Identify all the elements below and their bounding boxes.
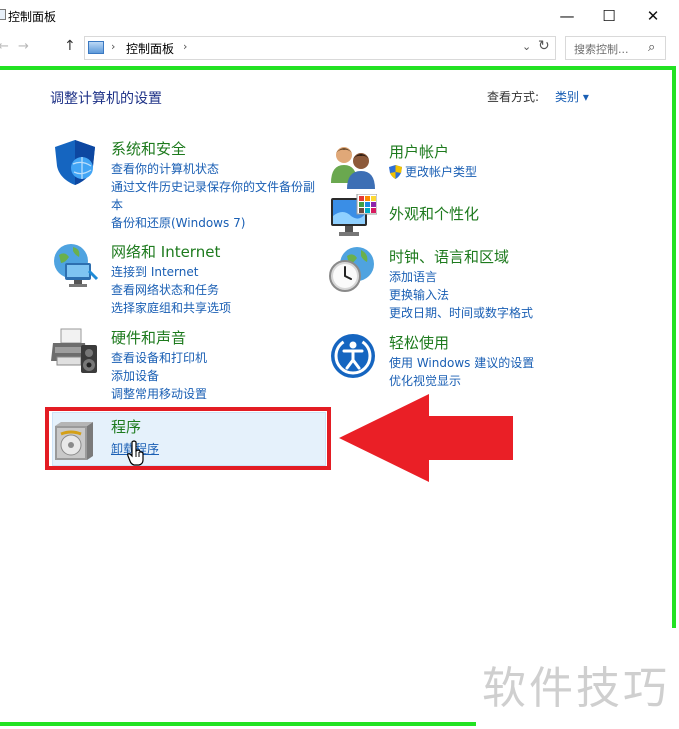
link-mobility-settings[interactable]: 调整常用移动设置	[111, 385, 207, 403]
category-title[interactable]: 系统和安全	[111, 138, 186, 159]
window-title: 控制面板	[8, 10, 57, 24]
link-optimize-visual-display[interactable]: 优化视觉显示	[389, 372, 534, 390]
address-bar: ← → ↑ › 控制面板 › ⌄ ↻ 搜索控制... ⌕	[0, 32, 679, 62]
ease-of-access-icon[interactable]	[329, 332, 377, 380]
link-backup-restore[interactable]: 备份和还原(Windows 7)	[111, 214, 321, 232]
link-file-history-backup[interactable]: 通过文件历史记录保存你的文件备份副本	[111, 178, 321, 214]
category-title[interactable]: 硬件和声音	[111, 327, 186, 348]
link-change-input-method[interactable]: 更换输入法	[389, 286, 533, 304]
link-homegroup-sharing[interactable]: 选择家庭组和共享选项	[111, 299, 231, 317]
green-frame-right	[672, 66, 676, 628]
category-title[interactable]: 时钟、语言和区域	[389, 246, 509, 267]
page-title: 调整计算机的设置	[50, 91, 162, 107]
uac-shield-icon	[389, 165, 402, 179]
link-add-device[interactable]: 添加设备	[111, 367, 207, 385]
link-network-status[interactable]: 查看网络状态和任务	[111, 281, 231, 299]
up-icon[interactable]: ↑	[64, 38, 76, 54]
category-title[interactable]: 网络和 Internet	[111, 241, 220, 262]
address-field[interactable]: › 控制面板 › ⌄ ↻	[84, 36, 556, 60]
chevron-right-icon[interactable]: ›	[183, 40, 187, 53]
hand-cursor-icon	[127, 440, 144, 466]
link-change-account-type[interactable]: 更改帐户类型	[405, 163, 477, 181]
network-globe-icon[interactable]	[51, 241, 99, 289]
annotation-highlight-box	[45, 407, 331, 470]
search-placeholder: 搜索控制...	[574, 43, 629, 56]
link-devices-printers[interactable]: 查看设备和打印机	[111, 349, 207, 367]
green-frame-bottom	[0, 722, 476, 726]
back-icon[interactable]: ←	[0, 39, 9, 54]
shield-icon[interactable]	[51, 138, 99, 186]
link-recommended-settings[interactable]: 使用 Windows 建议的设置	[389, 354, 534, 372]
view-by-dropdown[interactable]: 类别 ▾	[555, 88, 589, 105]
link-add-language[interactable]: 添加语言	[389, 268, 533, 286]
control-panel-icon	[0, 9, 6, 20]
users-icon[interactable]	[329, 143, 377, 191]
chevron-down-icon[interactable]: ⌄	[522, 40, 531, 53]
search-icon[interactable]: ⌕	[648, 40, 655, 55]
clock-globe-icon[interactable]	[329, 246, 377, 294]
title-bar: 控制面板 — ☐ ✕	[0, 0, 679, 31]
monitor-palette-icon[interactable]	[329, 194, 377, 242]
category-title[interactable]: 用户帐户	[389, 141, 449, 162]
chevron-right-icon[interactable]: ›	[111, 40, 115, 53]
maximize-button[interactable]: ☐	[586, 0, 632, 31]
link-change-date-time-format[interactable]: 更改日期、时间或数字格式	[389, 304, 533, 322]
link-connect-internet[interactable]: 连接到 Internet	[111, 263, 231, 281]
close-button[interactable]: ✕	[630, 0, 676, 31]
view-by-label: 查看方式:	[487, 90, 540, 104]
search-input[interactable]: 搜索控制... ⌕	[565, 36, 666, 60]
green-frame-top	[0, 66, 676, 70]
printer-speaker-icon[interactable]	[51, 327, 99, 375]
annotation-arrow-icon	[339, 394, 513, 482]
category-title[interactable]: 轻松使用	[389, 332, 449, 353]
control-panel-icon	[88, 41, 104, 54]
minimize-button[interactable]: —	[544, 0, 590, 31]
breadcrumb-control-panel[interactable]: 控制面板	[126, 40, 174, 57]
refresh-icon[interactable]: ↻	[538, 38, 550, 54]
watermark: 软件技巧	[482, 663, 670, 714]
category-title[interactable]: 外观和个性化	[389, 203, 479, 224]
link-view-computer-status[interactable]: 查看你的计算机状态	[111, 160, 321, 178]
forward-icon[interactable]: →	[18, 39, 29, 54]
